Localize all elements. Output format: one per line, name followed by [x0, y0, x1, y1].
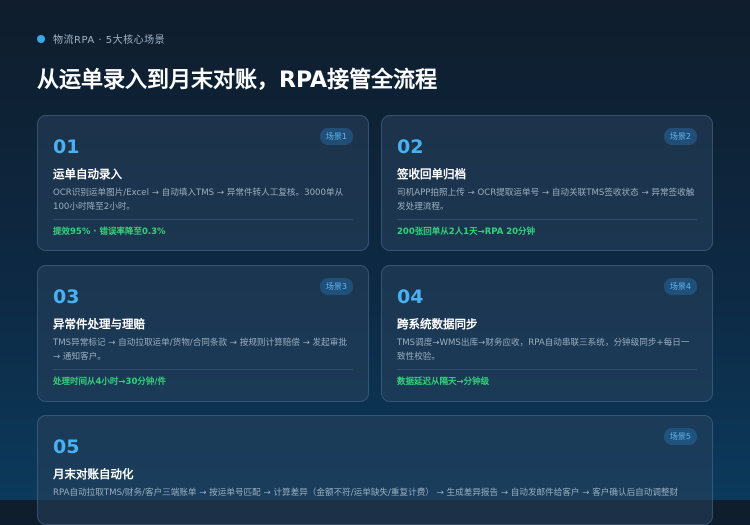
scenario-card-2: 场景2 02 签收回单归档 司机APP拍照上传 → OCR提取运单号 → 自动关… — [381, 115, 713, 251]
scenario-card-5: 场景5 05 月末对账自动化 RPA自动拉取TMS/财务/客户三端账单 → 按运… — [37, 415, 713, 525]
scenario-description: 司机APP拍照上传 → OCR提取运单号 → 自动关联TMS签收状态 → 异常签… — [397, 188, 695, 212]
scenario-metric: 处理时间从4小时→30分钟/件 — [53, 377, 166, 387]
scenario-badge: 场景1 — [319, 128, 353, 145]
card-divider — [397, 369, 697, 370]
scenario-number: 04 — [397, 286, 424, 308]
scenario-card-1: 场景1 01 运单自动录入 OCR识别运单图片/Excel → 自动填入TMS … — [37, 115, 369, 251]
card-divider — [53, 219, 353, 220]
scenario-number: 01 — [53, 136, 80, 158]
scenario-number: 05 — [53, 436, 80, 458]
scenario-title: 跨系统数据同步 — [397, 317, 478, 331]
scenario-metric: 提效95% · 错误率降至0.3% — [53, 227, 166, 237]
scenario-card-3: 场景3 03 异常件处理与理赔 TMS异常标记 → 自动拉取运单/货物/合同条款… — [37, 265, 369, 402]
eyebrow: 物流RPA · 5大核心场景 — [37, 31, 165, 46]
scenario-description: TMS异常标记 → 自动拉取运单/货物/合同条款 → 按规则计算赔偿 → 发起审… — [53, 338, 347, 362]
scenario-number: 02 — [397, 136, 424, 158]
card-divider — [53, 369, 353, 370]
scenario-description: TMS调度→WMS出库→财务应收，RPA自动串联三系统，分钟级同步+每日一致性校… — [397, 338, 690, 362]
scenario-title: 异常件处理与理赔 — [53, 317, 145, 331]
scenario-title: 月末对账自动化 — [53, 467, 134, 481]
scenario-badge: 场景3 — [319, 278, 353, 295]
scenario-title: 签收回单归档 — [397, 167, 466, 181]
scenario-metric: 200张回单从2人1天→RPA 20分钟 — [397, 227, 536, 237]
bullet-dot-icon — [37, 34, 45, 43]
page-title: 从运单录入到月末对账，RPA接管全流程 — [37, 68, 438, 93]
scenario-card-4: 场景4 04 跨系统数据同步 TMS调度→WMS出库→财务应收，RPA自动串联三… — [381, 265, 713, 402]
scenario-description: RPA自动拉取TMS/财务/客户三端账单 → 按运单号匹配 → 计算差异（金额不… — [53, 488, 679, 498]
scenario-badge: 场景5 — [663, 428, 697, 445]
scenario-title: 运单自动录入 — [53, 167, 122, 181]
scenario-description: OCR识别运单图片/Excel → 自动填入TMS → 异常件转人工复核。300… — [53, 188, 344, 212]
scenario-metric: 数据延迟从隔天→分钟级 — [397, 377, 490, 387]
card-divider — [397, 219, 697, 220]
scenario-badge: 场景4 — [663, 278, 697, 295]
scenario-badge: 场景2 — [663, 128, 697, 145]
eyebrow-text: 物流RPA · 5大核心场景 — [53, 35, 166, 46]
scenario-number: 03 — [53, 286, 80, 308]
